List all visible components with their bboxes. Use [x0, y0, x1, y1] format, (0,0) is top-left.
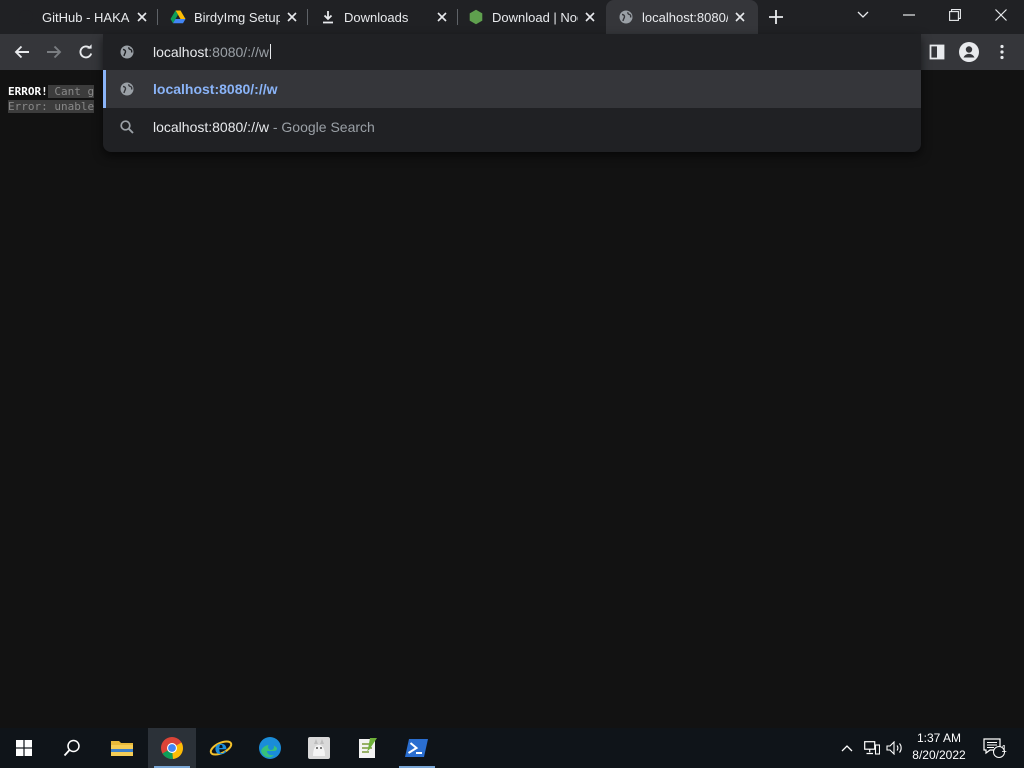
- close-icon[interactable]: [582, 9, 598, 25]
- taskbar-internet-explorer[interactable]: e: [197, 728, 245, 768]
- tab-downloads[interactable]: Downloads: [310, 0, 458, 34]
- address-host: localhost: [153, 44, 209, 60]
- tab-search-button[interactable]: [840, 0, 886, 30]
- taskbar-chrome[interactable]: [148, 728, 196, 768]
- forward-button[interactable]: [40, 38, 68, 66]
- volume-icon: [886, 741, 902, 755]
- close-window-button[interactable]: [978, 0, 1024, 30]
- google-drive-icon: [170, 9, 186, 25]
- powershell-icon: [405, 739, 428, 757]
- minimize-icon: [903, 14, 915, 16]
- new-tab-button[interactable]: [766, 7, 786, 27]
- profile-button[interactable]: [955, 38, 983, 66]
- menu-button[interactable]: [988, 38, 1016, 66]
- side-panel-button[interactable]: [923, 38, 951, 66]
- tab-github[interactable]: GitHub - HAKANKOKCU: [10, 0, 158, 34]
- minimize-button[interactable]: [886, 0, 932, 30]
- avatar-icon: [959, 42, 979, 62]
- address-input[interactable]: localhost:8080/://w: [153, 44, 271, 60]
- arrow-left-icon: [14, 45, 29, 59]
- tab-title: GitHub - HAKANKOKCU: [42, 9, 130, 25]
- taskbar-notepad-app[interactable]: [344, 728, 392, 768]
- chrome-icon: [161, 737, 184, 760]
- kebab-menu-icon: [1000, 44, 1004, 60]
- tab-title: Download | Node: [492, 9, 578, 25]
- action-center-button[interactable]: 1: [978, 728, 1010, 768]
- suggestion-text: localhost:8080/://w: [153, 119, 269, 135]
- tab-strip: GitHub - HAKANKOKCU BirdyImg Setup. Down…: [0, 0, 1024, 34]
- reload-icon: [79, 44, 93, 59]
- file-explorer-icon: [111, 741, 133, 756]
- taskbar-file-explorer[interactable]: [98, 728, 146, 768]
- taskbar-cat-app[interactable]: [295, 728, 343, 768]
- notification-count-badge: 1: [1001, 744, 1007, 755]
- clock[interactable]: 1:37 AM 8/20/2022: [904, 730, 974, 764]
- suggestion-text: localhost:8080/://w: [153, 81, 278, 97]
- clock-time: 1:37 AM: [916, 731, 962, 745]
- tab-title: Downloads: [344, 9, 409, 25]
- tab-birdyimg[interactable]: BirdyImg Setup.: [160, 0, 308, 34]
- suggestion-url[interactable]: localhost:8080/://w: [103, 70, 921, 108]
- taskbar-search-button[interactable]: [48, 728, 96, 768]
- search-icon: [63, 739, 80, 757]
- taskbar-edge[interactable]: [246, 728, 294, 768]
- search-icon: [120, 120, 134, 134]
- network-button[interactable]: [862, 728, 882, 768]
- clock-date: 8/20/2022: [912, 748, 966, 762]
- restore-button[interactable]: [932, 0, 978, 30]
- tab-title: BirdyImg Setup.: [194, 9, 280, 25]
- close-icon[interactable]: [284, 9, 300, 25]
- address-bar[interactable]: localhost:8080/://w: [103, 34, 921, 70]
- tab-nodejs[interactable]: Download | Node: [460, 0, 606, 34]
- suggestion-search[interactable]: localhost:8080/://w - Google Search: [103, 108, 921, 146]
- start-icon: [16, 740, 32, 756]
- close-icon[interactable]: [434, 9, 450, 25]
- globe-icon: [618, 9, 634, 25]
- globe-icon: [120, 45, 134, 59]
- start-button[interactable]: [0, 728, 48, 768]
- cat-app-icon: [308, 737, 330, 759]
- close-icon: [995, 9, 1007, 21]
- error-message: Cant g: [47, 85, 95, 98]
- volume-button[interactable]: [884, 728, 906, 768]
- text-caret: [269, 44, 271, 59]
- download-icon: [320, 9, 336, 25]
- back-button[interactable]: [8, 38, 36, 66]
- error-output: ERROR! Cant g Error: unable: [8, 84, 95, 114]
- close-icon[interactable]: [732, 9, 748, 25]
- github-icon: [18, 9, 34, 25]
- internet-explorer-icon: e: [209, 736, 233, 759]
- svg-text:e: e: [215, 736, 228, 759]
- network-icon: [864, 741, 880, 755]
- arrow-right-icon: [47, 45, 62, 59]
- error-detail: Error: unable: [8, 100, 95, 113]
- chevron-up-icon: [841, 745, 853, 752]
- address-path: :8080/://w: [208, 44, 269, 60]
- error-label: ERROR!: [8, 85, 48, 98]
- tab-title: localhost:8080/:: [642, 9, 728, 25]
- taskbar-powershell[interactable]: [393, 728, 441, 768]
- chevron-down-icon: [857, 11, 869, 18]
- globe-icon: [120, 82, 134, 96]
- show-hidden-icons-button[interactable]: [838, 728, 856, 768]
- close-icon[interactable]: [134, 9, 150, 25]
- nodejs-icon: [468, 9, 484, 25]
- side-panel-icon: [929, 44, 945, 60]
- omnibox-dropdown: localhost:8080/://w localhost:8080/://w …: [103, 34, 921, 152]
- suggestion-suffix: - Google Search: [268, 119, 375, 135]
- taskbar: e 1:37 AM 8/20/2022 1: [0, 728, 1024, 768]
- restore-icon: [949, 9, 961, 21]
- edge-icon: [259, 737, 281, 759]
- notepad-app-icon: [359, 738, 377, 758]
- reload-button[interactable]: [72, 38, 100, 66]
- tab-localhost[interactable]: localhost:8080/:: [606, 0, 758, 34]
